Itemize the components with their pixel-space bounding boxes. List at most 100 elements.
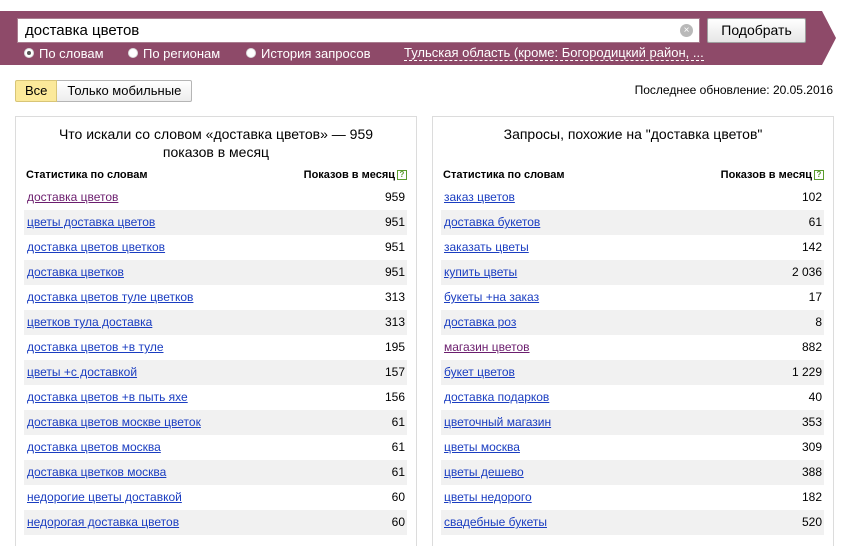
query-link[interactable]: магазин цветов (444, 340, 530, 354)
device-tabs: Все Только мобильные (15, 80, 193, 102)
clear-icon[interactable]: × (680, 24, 693, 37)
impressions-count: 520 (801, 515, 822, 529)
table-row: цветы дешево 388 (441, 460, 824, 485)
table-row: букеты +на заказ 17 (441, 285, 824, 310)
mode-label: По словам (39, 45, 104, 61)
table-row: недорогие цветы доставкой 60 (24, 485, 407, 510)
table-row: доставка подарков 40 (441, 385, 824, 410)
query-link[interactable]: цветы москва (444, 440, 520, 454)
query-link[interactable]: цветы недорого (444, 490, 532, 504)
table-row: букет цветов 1 229 (441, 360, 824, 385)
impressions-count: 195 (384, 340, 405, 354)
impressions-count: 17 (808, 290, 822, 304)
table-row: доставка цветов +в пыть яхе 156 (24, 385, 407, 410)
column-count: Показов в месяц ? (721, 169, 824, 181)
tab-mobile-only[interactable]: Только мобильные (57, 80, 193, 102)
query-link[interactable]: доставка цветов туле цветков (27, 290, 193, 304)
query-link[interactable]: доставка цветков москва (27, 465, 166, 479)
tab-all[interactable]: Все (15, 80, 58, 102)
table-row: доставка цветков 951 (24, 260, 407, 285)
table-row: купить цветы 2 036 (441, 260, 824, 285)
impressions-count: 61 (808, 215, 822, 229)
impressions-count: 1 229 (791, 365, 822, 379)
radio-icon[interactable] (246, 48, 256, 58)
column-words: Статистика по словам (443, 169, 565, 181)
mode-by-regions[interactable]: По регионам (128, 45, 220, 61)
query-link[interactable]: доставка роз (444, 315, 516, 329)
last-update-label: Последнее обновление: 20.05.2016 (634, 83, 833, 97)
query-link[interactable]: доставка цветов цветков (27, 240, 165, 254)
mode-label: История запросов (261, 45, 371, 61)
search-field[interactable]: × (17, 18, 700, 43)
column-header: Статистика по словам Показов в месяц ? (443, 167, 824, 185)
help-icon[interactable]: ? (397, 170, 407, 180)
impressions-count: 951 (384, 240, 405, 254)
table-row: заказать цветы 142 (441, 235, 824, 260)
query-link[interactable]: доставка цветов москва (27, 440, 161, 454)
mode-history[interactable]: История запросов (246, 45, 371, 61)
similar-queries-panel: Запросы, похожие на "доставка цветов" Ст… (432, 116, 834, 546)
table-row: недорогая доставка цветов 60 (24, 510, 407, 535)
table-row: доставка цветов москве цветок 61 (24, 410, 407, 435)
impressions-count: 313 (384, 315, 405, 329)
impressions-count: 61 (391, 415, 405, 429)
search-input[interactable] (18, 19, 678, 42)
impressions-count: 951 (384, 215, 405, 229)
query-link[interactable]: заказать цветы (444, 240, 529, 254)
query-link[interactable]: доставка цветков (27, 265, 124, 279)
table-row: доставка цветов +в туле 195 (24, 335, 407, 360)
table-row: доставка роз 8 (441, 310, 824, 335)
query-link[interactable]: доставка цветов москве цветок (27, 415, 201, 429)
table-row: цветы доставка цветов 951 (24, 210, 407, 235)
impressions-count: 61 (391, 440, 405, 454)
column-count-label: Показов в месяц (720, 169, 812, 181)
help-icon[interactable]: ? (814, 170, 824, 180)
column-header: Статистика по словам Показов в месяц ? (26, 167, 407, 185)
query-link[interactable]: недорогие цветы доставкой (27, 490, 182, 504)
query-link[interactable]: букет цветов (444, 365, 515, 379)
query-link[interactable]: цветков тула доставка (27, 315, 152, 329)
table-row: доставка цветков москва 61 (24, 460, 407, 485)
table-row: заказ цветов 102 (441, 185, 824, 210)
query-link[interactable]: заказ цветов (444, 190, 515, 204)
panel-title: Что искали со словом «доставка цветов» —… (58, 126, 374, 160)
table-row: доставка цветов туле цветков 313 (24, 285, 407, 310)
query-link[interactable]: цветы доставка цветов (27, 215, 155, 229)
region-selector-link[interactable]: Тульская область (кроме: Богородицкий ра… (404, 45, 704, 61)
impressions-count: 882 (801, 340, 822, 354)
query-link[interactable]: доставка цветов +в туле (27, 340, 164, 354)
radio-icon[interactable] (24, 48, 34, 58)
impressions-count: 959 (384, 190, 405, 204)
query-link[interactable]: свадебные букеты (444, 515, 547, 529)
query-link[interactable]: цветочный магазин (444, 415, 551, 429)
query-link[interactable]: цветы дешево (444, 465, 524, 479)
impressions-count: 102 (801, 190, 822, 204)
impressions-count: 353 (801, 415, 822, 429)
column-words: Статистика по словам (26, 169, 148, 181)
column-count: Показов в месяц ? (304, 169, 407, 181)
mode-by-words[interactable]: По словам (24, 45, 104, 61)
query-link[interactable]: доставка букетов (444, 215, 540, 229)
impressions-count: 60 (391, 515, 405, 529)
table-row: цветы москва 309 (441, 435, 824, 460)
query-link[interactable]: букеты +на заказ (444, 290, 539, 304)
table-row: свадебные букеты 520 (441, 510, 824, 535)
impressions-count: 60 (391, 490, 405, 504)
query-link[interactable]: купить цветы (444, 265, 517, 279)
table-row: доставка букетов 61 (441, 210, 824, 235)
table-row: цветы недорого 182 (441, 485, 824, 510)
impressions-count: 61 (391, 465, 405, 479)
impressions-count: 142 (801, 240, 822, 254)
query-link[interactable]: цветы +с доставкой (27, 365, 137, 379)
query-link[interactable]: недорогая доставка цветов (27, 515, 179, 529)
table-row: доставка цветов москва 61 (24, 435, 407, 460)
pick-button[interactable]: Подобрать (707, 18, 806, 43)
query-link[interactable]: доставка подарков (444, 390, 549, 404)
query-link[interactable]: доставка цветов +в пыть яхе (27, 390, 188, 404)
query-link[interactable]: доставка цветов (27, 190, 118, 204)
radio-icon[interactable] (128, 48, 138, 58)
table-row: цветков тула доставка 313 (24, 310, 407, 335)
word-stats-panel: Что искали со словом «доставка цветов» —… (15, 116, 417, 546)
similar-queries-list: заказ цветов 102 доставка букетов 61 заказат… (441, 185, 824, 535)
mode-label: По регионам (143, 45, 221, 61)
